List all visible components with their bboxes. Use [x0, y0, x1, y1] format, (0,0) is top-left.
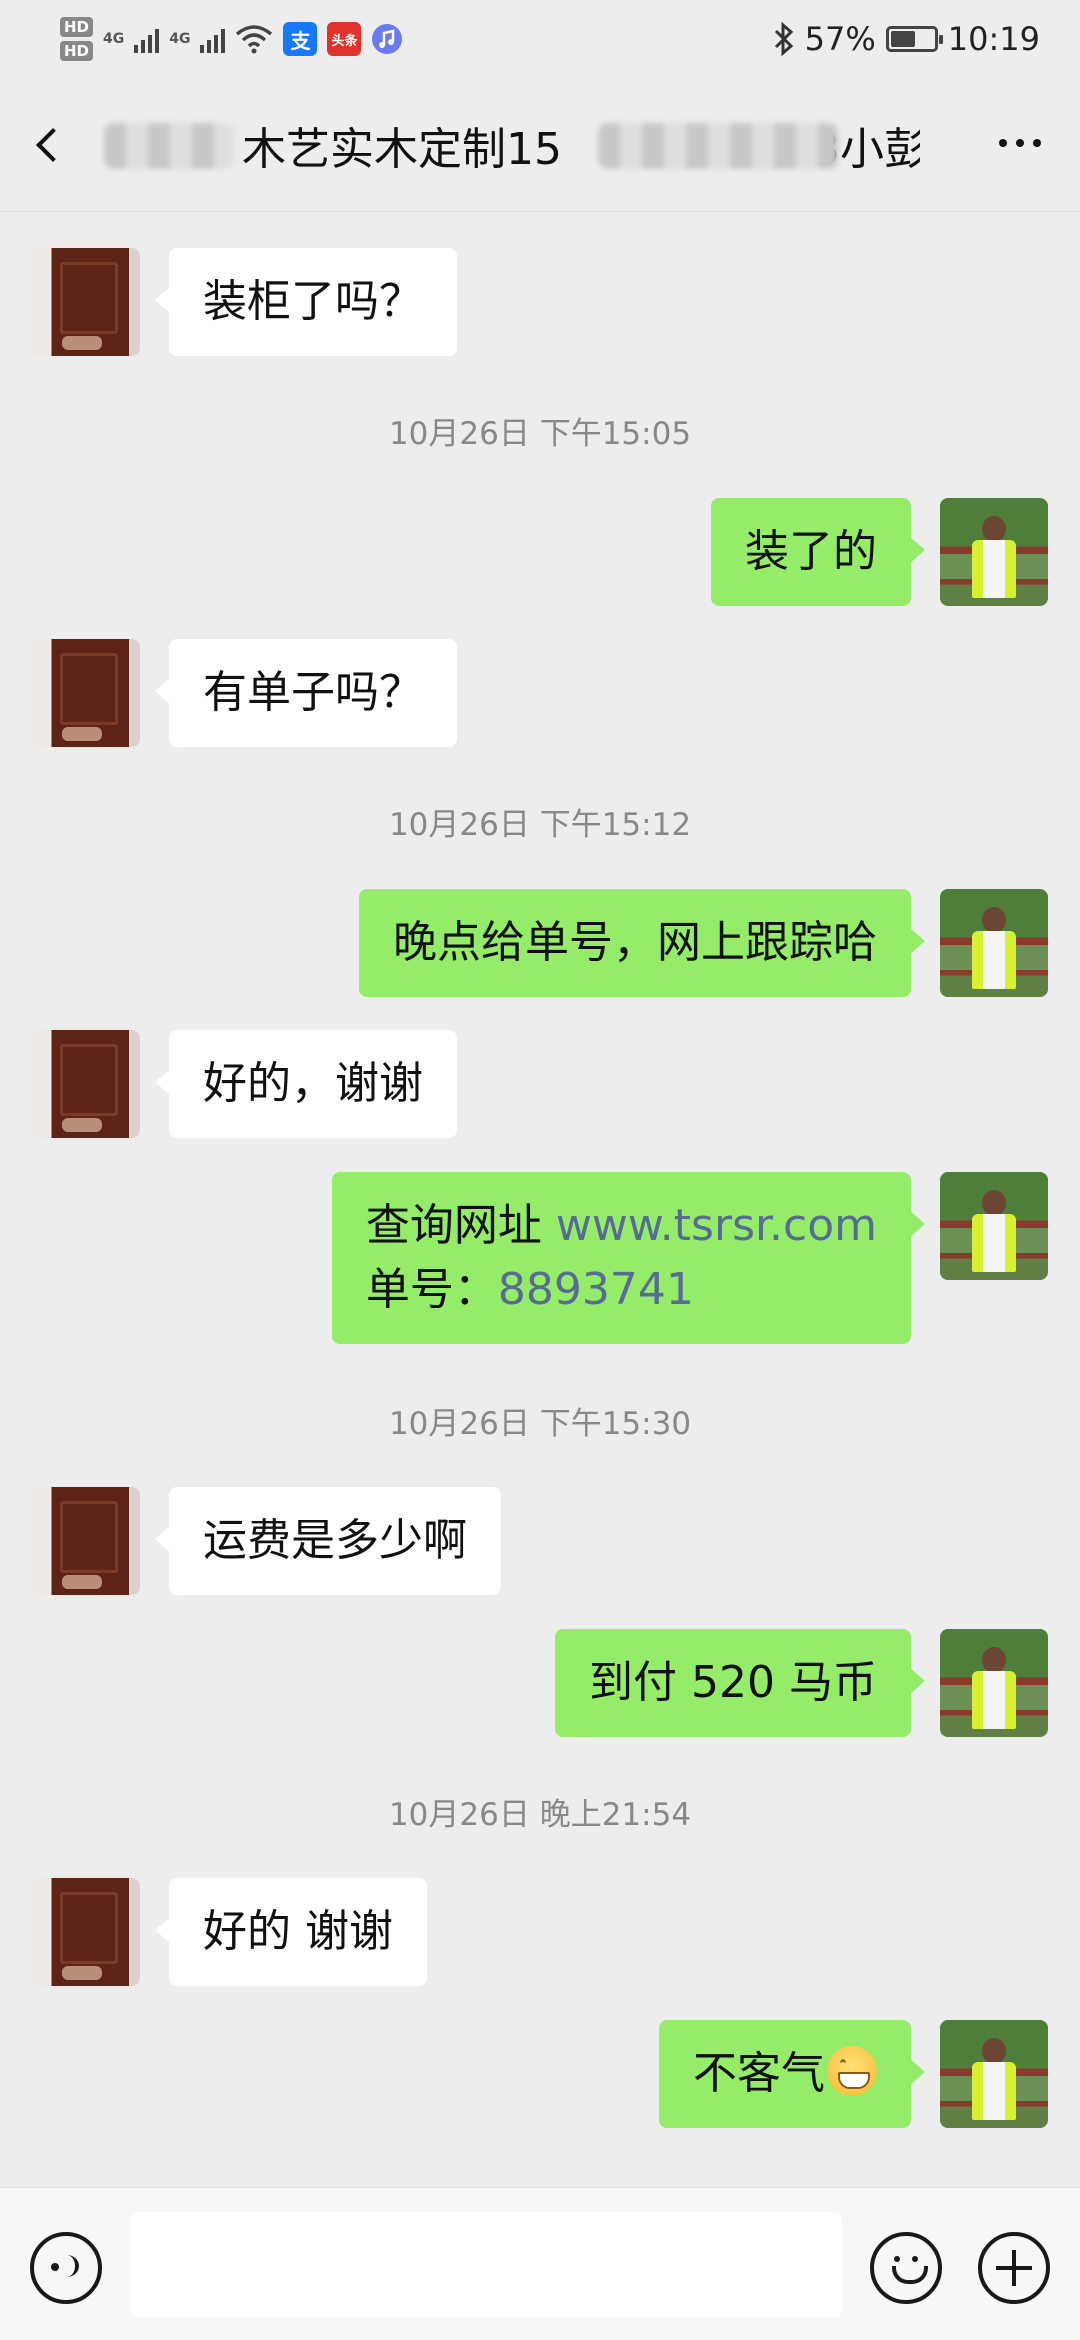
- my-avatar[interactable]: [940, 1172, 1048, 1280]
- tracking-number-label: 单号：: [365, 1264, 498, 1315]
- status-bar-right: 57% 10:19: [773, 20, 1040, 58]
- my-avatar[interactable]: [940, 498, 1048, 606]
- message-bubble[interactable]: 好的，谢谢: [155, 1030, 457, 1138]
- tracking-number-line: 单号：8893741: [366, 1258, 877, 1322]
- message-bubble[interactable]: 装了的: [711, 498, 925, 606]
- input-bar: [0, 2187, 1080, 2340]
- tracking-number-link[interactable]: 8893741: [498, 1264, 694, 1315]
- message-list[interactable]: 装柜了吗？ 10月26日 下午15:05 装了的 有单子吗？ 10月26日 下午…: [0, 212, 1080, 2187]
- chevron-left-icon: [36, 127, 70, 162]
- clock: 10:19: [947, 20, 1040, 58]
- plus-icon: [996, 2250, 1032, 2286]
- tracking-url-line: 查询网址 www.tsrsr.com: [366, 1194, 877, 1258]
- my-avatar[interactable]: [940, 1629, 1048, 1737]
- message-bubble[interactable]: 运费是多少啊: [155, 1487, 501, 1595]
- more-dots-icon: [999, 139, 1007, 147]
- hd-1-badge: HD: [60, 17, 94, 37]
- hd-indicators: HD HD: [60, 17, 94, 61]
- redacted-block: [104, 122, 234, 169]
- contact-avatar[interactable]: [32, 248, 140, 356]
- battery-percent: 57%: [804, 20, 876, 58]
- hd-2-badge: HD: [60, 41, 94, 61]
- message-text: 不客气: [693, 2048, 825, 2099]
- chat-screen: HD HD 4G 4G 支 头条 57% 10:19 木艺实木定制15 3小彭 …: [0, 0, 1080, 2340]
- status-bar-left: HD HD 4G 4G 支 头条: [60, 17, 403, 61]
- alipay-icon: 支: [283, 22, 318, 56]
- grinning-face-icon: [827, 2046, 877, 2096]
- emoji-button[interactable]: [870, 2232, 942, 2304]
- message-timestamp: 10月26日 下午15:30: [388, 1406, 692, 1442]
- more-options-button[interactable]: [990, 118, 1050, 168]
- voice-icon: [51, 2253, 81, 2283]
- url-label: 查询网址: [365, 1200, 556, 1251]
- contact-avatar[interactable]: [32, 1487, 140, 1595]
- message-input[interactable]: [130, 2212, 842, 2318]
- signal-icon: [134, 25, 160, 53]
- redacted-block-2: [598, 122, 838, 169]
- chat-title: 木艺实木定制15 3小彭: [100, 113, 920, 177]
- battery-fill: [890, 31, 915, 47]
- more-functions-button[interactable]: [978, 2232, 1050, 2304]
- network-type-1: 4G: [103, 31, 125, 47]
- tracking-url-link[interactable]: www.tsrsr.com: [556, 1200, 877, 1251]
- message-bubble[interactable]: 有单子吗？: [155, 639, 457, 747]
- message-bubble[interactable]: 晚点给单号，网上跟踪哈: [359, 889, 925, 997]
- emoji-icon: [886, 2248, 928, 2288]
- music-icon: [372, 24, 403, 54]
- signal-icon-2: [200, 25, 226, 53]
- voice-button[interactable]: [30, 2232, 102, 2304]
- contact-avatar[interactable]: [32, 1030, 140, 1138]
- message-bubble[interactable]: 装柜了吗？: [155, 248, 457, 356]
- back-button[interactable]: [0, 78, 100, 211]
- message-timestamp: 10月26日 下午15:05: [388, 416, 692, 452]
- message-timestamp: 10月26日 下午15:12: [388, 807, 692, 843]
- message-timestamp: 10月26日 晚上21:54: [388, 1797, 692, 1833]
- my-avatar[interactable]: [940, 889, 1048, 997]
- chat-title-text: 木艺实木定制15: [242, 123, 562, 175]
- contact-avatar[interactable]: [32, 1878, 140, 1986]
- status-bar: HD HD 4G 4G 支 头条 57% 10:19: [0, 0, 1080, 78]
- chat-header: 木艺实木定制15 3小彭: [0, 78, 1080, 212]
- message-bubble[interactable]: 到付 520 马币: [555, 1629, 925, 1737]
- message-bubble[interactable]: 好的 谢谢: [155, 1878, 427, 1986]
- message-bubble[interactable]: 不客气: [659, 2020, 925, 2128]
- wifi-icon: [236, 25, 273, 54]
- toutiao-icon: 头条: [327, 22, 362, 56]
- my-avatar[interactable]: [940, 2020, 1048, 2128]
- battery-icon: [885, 26, 943, 52]
- message-bubble[interactable]: 查询网址 www.tsrsr.com 单号：8893741: [331, 1172, 926, 1344]
- contact-avatar[interactable]: [32, 639, 140, 747]
- bluetooth-icon: [774, 22, 793, 56]
- network-type-2: 4G: [169, 31, 191, 47]
